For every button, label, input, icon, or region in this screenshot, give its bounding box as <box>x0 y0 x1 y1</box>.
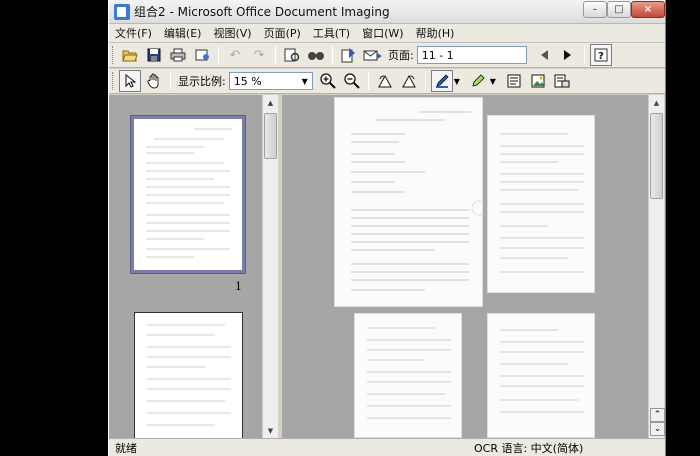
toolbar-separator <box>367 72 369 90</box>
page-thumbnail-1[interactable] <box>130 115 246 274</box>
annotations-icon[interactable] <box>551 70 573 92</box>
chevron-down-icon[interactable]: ▼ <box>490 77 500 86</box>
select-icon[interactable] <box>119 70 141 92</box>
status-bar: 就绪 OCR 语言: 中文(简体) <box>109 438 665 456</box>
page-4[interactable] <box>487 313 595 438</box>
page-content <box>367 327 451 419</box>
scroll-up-icon[interactable]: ▲ <box>263 95 278 110</box>
toolbar-separator <box>218 46 219 64</box>
annotation-toolbar: 显示比例: 15 % ▼ ▼ ▼ <box>109 69 665 94</box>
picture-icon[interactable] <box>527 70 549 92</box>
rotate-right-icon[interactable] <box>398 70 420 92</box>
thumbnail-pane[interactable]: 1 ▲ ▼ <box>109 95 278 442</box>
zoom-value: 15 % <box>233 74 262 88</box>
menu-window[interactable]: 窗口(W) <box>356 25 409 41</box>
toolbar-separator <box>332 46 333 64</box>
previous-page-scroll-icon[interactable]: ⌃ <box>650 408 665 422</box>
close-button[interactable]: × <box>631 1 665 18</box>
rotate-left-icon[interactable] <box>374 70 396 92</box>
app-icon <box>114 3 130 20</box>
menu-file[interactable]: 文件(F) <box>109 25 158 41</box>
toolbar-separator <box>170 72 171 90</box>
toolbar-grip[interactable] <box>112 46 115 64</box>
chevron-down-icon[interactable]: ▼ <box>454 77 464 86</box>
page-large[interactable] <box>334 97 483 307</box>
send-to-word-icon[interactable] <box>338 44 360 66</box>
save-icon[interactable] <box>143 44 165 66</box>
scroll-thumb[interactable] <box>650 113 663 199</box>
zoom-in-icon[interactable] <box>317 70 339 92</box>
page-3[interactable] <box>354 313 462 438</box>
page-content <box>500 329 584 413</box>
zoom-out-icon[interactable] <box>341 70 363 92</box>
toolbar-separator <box>583 46 585 64</box>
menu-help[interactable]: 帮助(H) <box>410 25 461 41</box>
next-page-icon[interactable] <box>557 44 579 66</box>
maximize-button[interactable]: □ <box>607 1 631 18</box>
next-page-scroll-icon[interactable]: ⌄ <box>650 422 665 436</box>
menu-page[interactable]: 页面(P) <box>258 25 307 41</box>
title-bar[interactable]: 组合2 - Microsoft Office Document Imaging … <box>109 0 665 24</box>
scroll-up-icon[interactable]: ▲ <box>649 95 664 110</box>
thumbnail-page-number: 1 <box>235 280 242 293</box>
svg-text:?: ? <box>598 51 604 62</box>
menu-view[interactable]: 视图(V) <box>207 25 257 41</box>
page-label: 页面: <box>388 49 414 62</box>
zoom-select[interactable]: 15 % ▼ <box>228 72 313 90</box>
scroll-down-icon[interactable]: ▼ <box>263 423 278 438</box>
app-window: 组合2 - Microsoft Office Document Imaging … <box>108 0 666 456</box>
redo-icon[interactable]: ↷ <box>248 44 270 66</box>
text-box-icon[interactable] <box>503 70 525 92</box>
menu-bar: 文件(F) 编辑(E) 视图(V) 页面(P) 工具(T) 窗口(W) 帮助(H… <box>109 24 665 43</box>
chevron-down-icon[interactable]: ▼ <box>297 73 312 89</box>
page-thumbnail-content <box>147 324 231 426</box>
highlighter-icon[interactable] <box>467 70 489 92</box>
toolbar-grip[interactable] <box>112 72 115 90</box>
toolbar-separator <box>275 46 276 64</box>
open-icon[interactable] <box>119 44 141 66</box>
ocr-language-status: OCR 语言: 中文(简体) <box>474 441 584 455</box>
page-thumbnail-content <box>146 128 232 258</box>
page-number-field[interactable]: 11 - 1 <box>416 46 527 64</box>
hand-icon[interactable] <box>143 70 165 92</box>
page-view[interactable]: ▲ <box>282 95 664 438</box>
zoom-label: 显示比例: <box>178 75 226 88</box>
page-thumbnail-2[interactable] <box>134 312 243 442</box>
page-content <box>500 133 584 273</box>
page-content <box>351 111 482 291</box>
status-text: 就绪 <box>115 441 137 455</box>
prev-page-icon[interactable] <box>533 44 555 66</box>
thumbnail-scrollbar[interactable]: ▲ ▼ <box>262 95 278 438</box>
toolbar-separator <box>424 72 426 90</box>
send-icon[interactable] <box>191 44 213 66</box>
window-title: 组合2 - Microsoft Office Document Imaging <box>134 5 390 19</box>
menu-edit[interactable]: 编辑(E) <box>158 25 208 41</box>
send-email-icon[interactable] <box>362 44 384 66</box>
standard-toolbar: ↶ ↷ 页面: 11 - 1 ? <box>109 43 665 68</box>
page-view-scrollbar[interactable]: ▲ <box>648 95 664 438</box>
page-2[interactable] <box>487 115 595 293</box>
pen-icon[interactable] <box>430 70 453 92</box>
scroll-thumb[interactable] <box>264 113 277 159</box>
help-icon[interactable]: ? <box>589 44 612 66</box>
content-area: 1 ▲ ▼ ▲ ⌃ ⌄ <box>109 95 665 442</box>
print-icon[interactable] <box>167 44 189 66</box>
undo-icon[interactable]: ↶ <box>224 44 246 66</box>
find-icon[interactable] <box>305 44 327 66</box>
ocr-icon[interactable] <box>281 44 303 66</box>
menu-tools[interactable]: 工具(T) <box>307 25 356 41</box>
minimize-button[interactable]: – <box>583 1 607 18</box>
